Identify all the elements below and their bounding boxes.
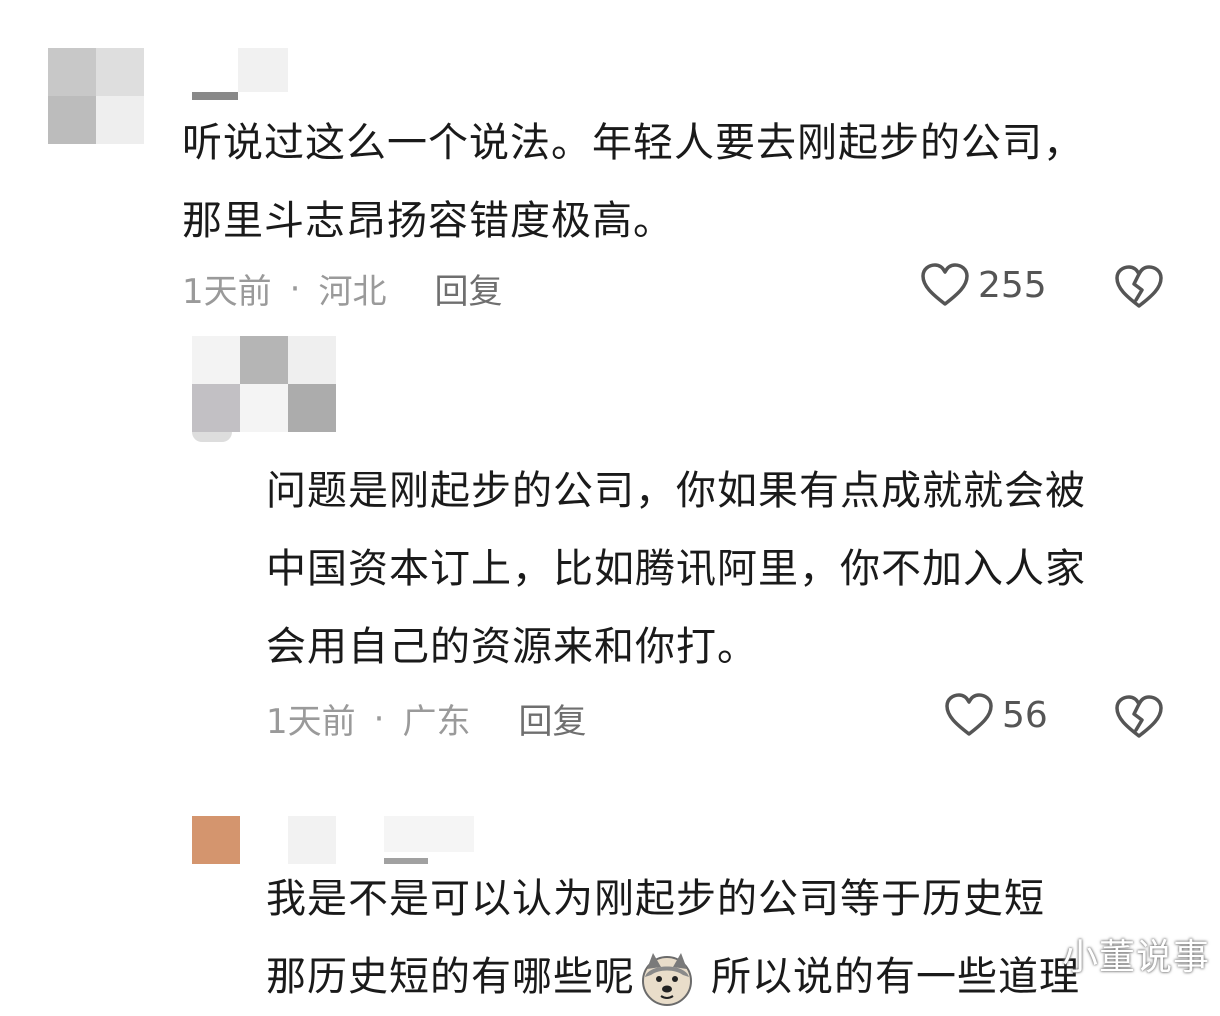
broken-heart-icon <box>1115 695 1163 738</box>
heart-outline-icon <box>921 263 969 306</box>
reply-button[interactable]: 回复 <box>434 264 502 313</box>
dislike-button[interactable] <box>1114 264 1164 314</box>
username-3[interactable] <box>288 816 478 866</box>
avatar-1[interactable] <box>48 48 144 144</box>
broken-heart-icon <box>1115 265 1163 308</box>
comment-location: 河北 <box>318 272 387 312</box>
heart-outline-icon <box>945 693 993 736</box>
comment-2-text: 问题是刚起步的公司，你如果有点成就就会被 中国资本订上，比如腾讯阿里，你不加入人… <box>266 468 1086 670</box>
separator-dot: · <box>289 268 301 309</box>
comment-location: 广东 <box>402 702 471 742</box>
doge-emoji-icon <box>642 953 692 1006</box>
watermark: 小董说事 <box>1061 937 1210 978</box>
comment-2-meta: 1天前 · 广东 回复 <box>266 694 586 743</box>
like-button[interactable]: 255 <box>920 262 1047 308</box>
separator-dot: · <box>373 698 385 739</box>
comment-1-text: 听说过这么一个说法。年轻人要去刚起步的公司， 那里斗志昂扬容错度极高。 <box>182 120 1084 244</box>
like-button[interactable]: 56 <box>944 692 1048 738</box>
reply-button[interactable]: 回复 <box>518 694 586 743</box>
like-count: 255 <box>978 264 1047 306</box>
comment-time: 1天前 <box>182 272 272 312</box>
username-1[interactable] <box>192 48 292 104</box>
comment-1-meta: 1天前 · 河北 回复 <box>182 264 502 313</box>
comment-3-text: 我是不是可以认为刚起步的公司等于历史短 那历史短的有哪些呢 所以说的有一些道理 <box>266 860 1080 1016</box>
avatar-2[interactable] <box>192 336 338 446</box>
comment-time: 1天前 <box>266 702 356 742</box>
avatar-3[interactable] <box>192 816 240 864</box>
dislike-button[interactable] <box>1114 694 1164 744</box>
like-count: 56 <box>1002 694 1048 736</box>
